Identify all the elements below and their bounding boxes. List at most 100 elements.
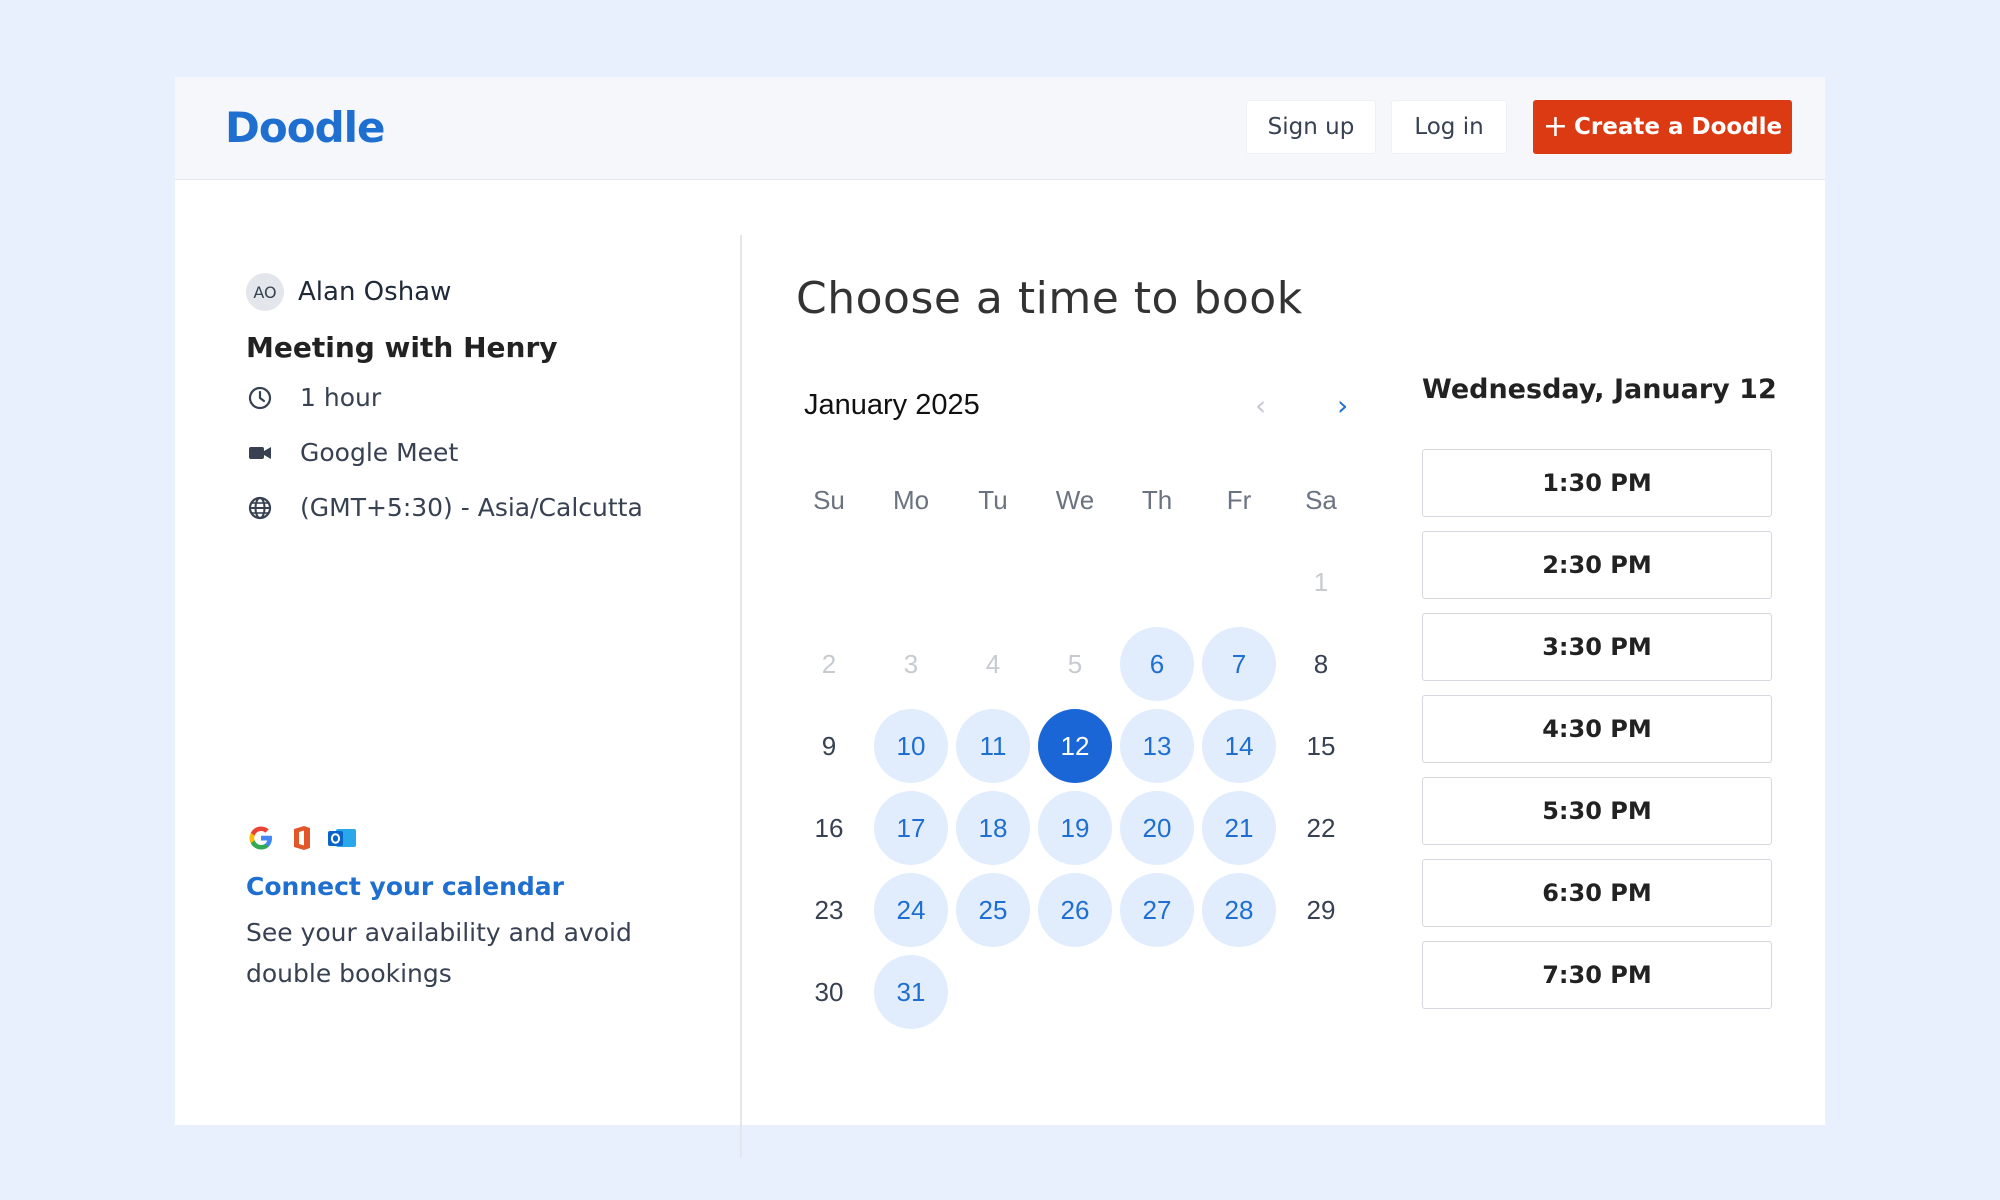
day-number: 14 — [1202, 709, 1276, 783]
day-number: 24 — [874, 873, 948, 947]
calendar-day-available[interactable]: 11 — [952, 705, 1034, 787]
calendar-day-disabled: 3 — [870, 623, 952, 705]
calendar-day: 30 — [788, 951, 870, 1033]
day-number: 31 — [874, 955, 948, 1029]
panel-divider — [740, 235, 742, 1157]
calendar-day: 8 — [1280, 623, 1362, 705]
calendar-day-available[interactable]: 19 — [1034, 787, 1116, 869]
chevron-right-icon[interactable]: › — [1337, 389, 1348, 422]
calendar-day-available[interactable]: 10 — [870, 705, 952, 787]
calendar-day: 15 — [1280, 705, 1362, 787]
calendar-day-available[interactable]: 25 — [952, 869, 1034, 951]
day-number: 22 — [1306, 812, 1336, 843]
weekday-header: Sa — [1305, 484, 1337, 515]
day-number: 26 — [1038, 873, 1112, 947]
day-number: 17 — [874, 791, 948, 865]
time-slot-button[interactable]: 2:30 PM — [1422, 531, 1772, 599]
calendar-day-available[interactable]: 27 — [1116, 869, 1198, 951]
calendar-day-available[interactable]: 28 — [1198, 869, 1280, 951]
time-slot-button[interactable]: 5:30 PM — [1422, 777, 1772, 845]
create-doodle-button[interactable]: + Create a Doodle — [1533, 100, 1792, 154]
month-label: January 2025 — [804, 389, 980, 421]
calendar-day-available[interactable]: 24 — [870, 869, 952, 951]
time-slot-button[interactable]: 6:30 PM — [1422, 859, 1772, 927]
calendar-day-available[interactable]: 7 — [1198, 623, 1280, 705]
time-slot-button[interactable]: 7:30 PM — [1422, 941, 1772, 1009]
day-number: 29 — [1306, 894, 1336, 925]
duration-text: 1 hour — [300, 383, 382, 412]
calendar-day-selected[interactable]: 12 — [1034, 705, 1116, 787]
connect-calendar-link[interactable]: Connect your calendar — [246, 872, 564, 901]
day-number: 6 — [1120, 627, 1194, 701]
chevron-left-icon[interactable]: ‹ — [1255, 389, 1266, 422]
empty-cell — [1116, 541, 1198, 623]
day-number: 23 — [814, 894, 844, 925]
empty-cell — [870, 541, 952, 623]
empty-cell — [788, 541, 870, 623]
weekday-header: Tu — [978, 484, 1008, 515]
weekday-header: Th — [1141, 484, 1173, 515]
day-number: 27 — [1120, 873, 1194, 947]
day-number: 4 — [985, 648, 1001, 679]
day-number: 21 — [1202, 791, 1276, 865]
day-number: 10 — [874, 709, 948, 783]
calendar-day-disabled: 4 — [952, 623, 1034, 705]
outlook-icon[interactable] — [326, 823, 358, 857]
weekday-header: Fr — [1226, 484, 1252, 515]
day-number: 9 — [821, 730, 837, 761]
day-number: 19 — [1038, 791, 1112, 865]
office-icon[interactable] — [286, 823, 316, 857]
day-number: 8 — [1313, 648, 1329, 679]
day-number: 28 — [1202, 873, 1276, 947]
log-in-button[interactable]: Log in — [1391, 100, 1507, 154]
location-text: Google Meet — [300, 438, 459, 467]
clock-icon — [246, 384, 274, 412]
calendar-day-available[interactable]: 20 — [1116, 787, 1198, 869]
calendar-day-available[interactable]: 17 — [870, 787, 952, 869]
calendar-day: 23 — [788, 869, 870, 951]
empty-cell — [1034, 541, 1116, 623]
day-number: 15 — [1306, 730, 1336, 761]
create-doodle-label: Create a Doodle — [1574, 114, 1783, 140]
meeting-title: Meeting with Henry — [246, 331, 558, 364]
avatar: AO — [246, 273, 284, 311]
calendar-day-available[interactable]: 18 — [952, 787, 1034, 869]
calendar-day: 9 — [788, 705, 870, 787]
weekday-header: Mo — [892, 484, 930, 515]
day-number: 16 — [814, 812, 844, 843]
weekday-header: We — [1055, 484, 1095, 515]
day-number: 7 — [1202, 627, 1276, 701]
calendar-day-disabled: 5 — [1034, 623, 1116, 705]
empty-cell — [952, 541, 1034, 623]
calendar-day-available[interactable]: 21 — [1198, 787, 1280, 869]
calendar-day-available[interactable]: 14 — [1198, 705, 1280, 787]
day-number: 3 — [903, 648, 919, 679]
day-number: 11 — [956, 709, 1030, 783]
host-name: Alan Oshaw — [298, 277, 452, 307]
time-slot-button[interactable]: 1:30 PM — [1422, 449, 1772, 517]
booking-card: Doodle Sign up Log in + Create a Doodle … — [175, 77, 1825, 1157]
sign-up-button[interactable]: Sign up — [1246, 100, 1376, 154]
day-number: 25 — [956, 873, 1030, 947]
calendar-day-available[interactable]: 31 — [870, 951, 952, 1033]
top-bar: Doodle Sign up Log in + Create a Doodle — [175, 77, 1825, 180]
calendar-day-disabled: 1 — [1280, 541, 1362, 623]
globe-icon — [246, 494, 274, 522]
time-slot-button[interactable]: 3:30 PM — [1422, 613, 1772, 681]
calendar-day: 16 — [788, 787, 870, 869]
host-info: AO Alan Oshaw — [246, 273, 451, 311]
weekday-header: Su — [813, 484, 845, 515]
day-number: 13 — [1120, 709, 1194, 783]
connect-calendar-description: See your availability and avoid double b… — [246, 918, 632, 988]
calendar-day: 22 — [1280, 787, 1362, 869]
time-slot-button[interactable]: 4:30 PM — [1422, 695, 1772, 763]
day-number: 2 — [821, 648, 837, 679]
calendar-day-available[interactable]: 26 — [1034, 869, 1116, 951]
page-title: Choose a time to book — [796, 273, 1303, 324]
calendar-day-available[interactable]: 13 — [1116, 705, 1198, 787]
selected-date-label: Wednesday, January 12 — [1422, 374, 1777, 405]
calendar-day-available[interactable]: 6 — [1116, 623, 1198, 705]
doodle-logo[interactable]: Doodle — [225, 103, 386, 152]
google-icon[interactable] — [246, 823, 276, 857]
day-number: 12 — [1038, 709, 1112, 783]
